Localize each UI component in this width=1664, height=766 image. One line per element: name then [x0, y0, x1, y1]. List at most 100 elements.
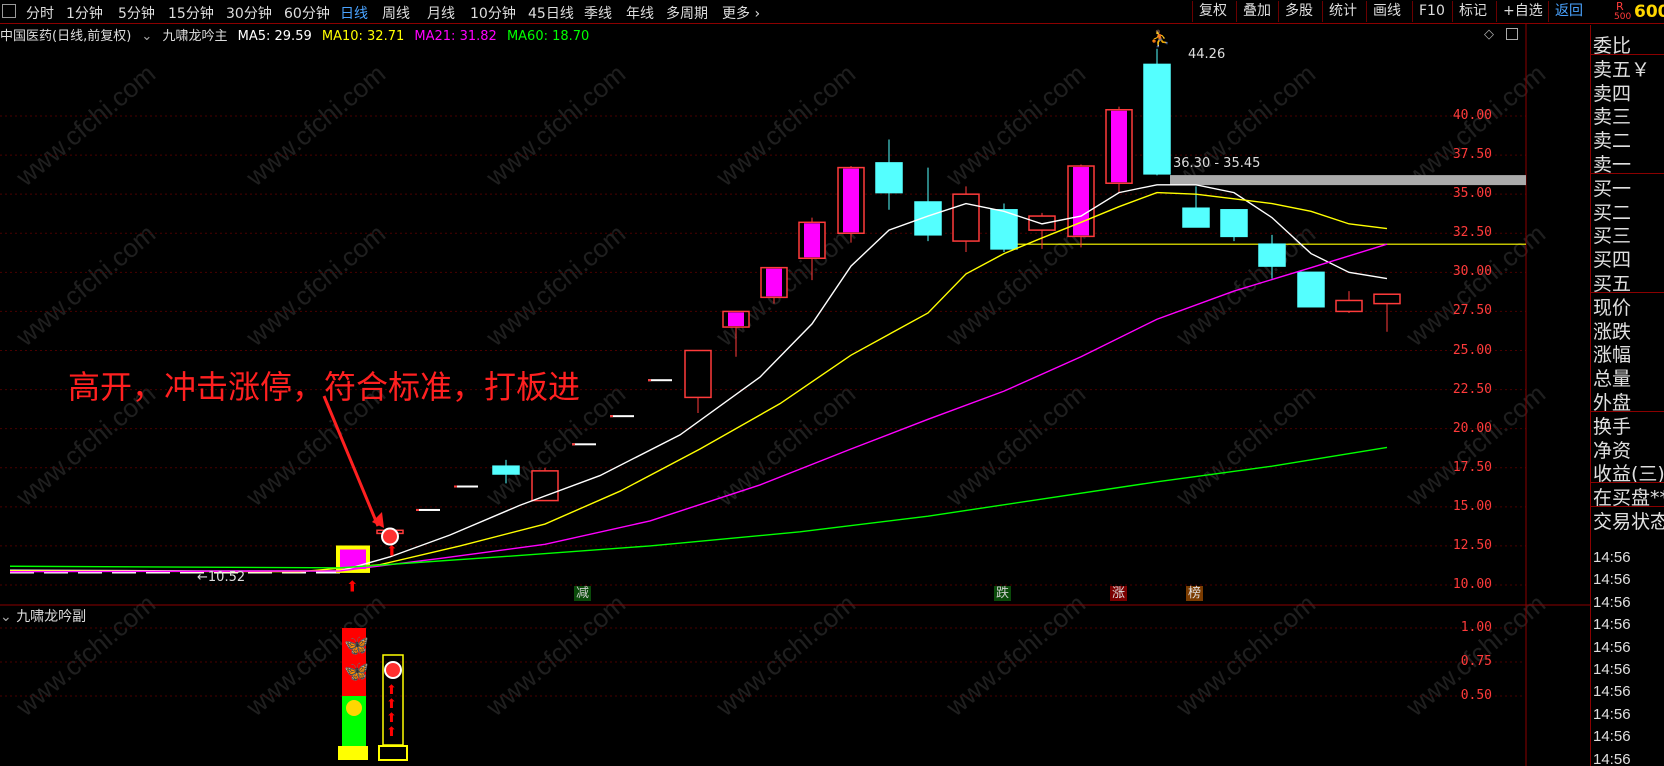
- y-axis-label: 22.50: [1452, 381, 1492, 397]
- sub-indicator-title[interactable]: ⌄ 九啸龙吟副: [0, 606, 86, 626]
- candle-body: [492, 465, 520, 475]
- butterfly-icon: 🦋: [344, 659, 369, 683]
- trade-time: 14:56: [1593, 571, 1631, 589]
- period-tab-13[interactable]: 多周期: [666, 3, 708, 23]
- candle-body-tip: [572, 443, 575, 446]
- candle-body: [914, 201, 942, 236]
- period-tab-5[interactable]: 60分钟: [284, 3, 330, 23]
- period-tab-0[interactable]: 分时: [26, 3, 54, 23]
- trade-time: 14:56: [1593, 683, 1631, 701]
- toolbar-button-6[interactable]: 标记: [1452, 1, 1493, 22]
- trade-time: 14:56: [1593, 549, 1631, 566]
- arrow-icon: ⬆: [386, 725, 397, 740]
- high-figure-icon: ⛹: [1150, 29, 1170, 48]
- candle-body-tip: [454, 485, 457, 488]
- y-axis-label: 12.50: [1452, 537, 1492, 553]
- trade-time: 14:56: [1593, 661, 1631, 678]
- candle-body: [1258, 243, 1286, 267]
- candle-body: [1297, 271, 1325, 308]
- y-axis-label: 15.00: [1452, 498, 1492, 514]
- y-axis-label: 25.00: [1452, 342, 1492, 358]
- period-tab-9[interactable]: 10分钟: [470, 3, 516, 23]
- toolbar-button-3[interactable]: 统计: [1322, 1, 1363, 22]
- quote-label: 交易状态: [1593, 511, 1664, 533]
- candle-body: [1373, 293, 1401, 305]
- sub-indicator-name: 九啸龙吟副: [16, 609, 87, 625]
- period-tab-11[interactable]: 季线: [584, 3, 612, 23]
- period-tab-2[interactable]: 5分钟: [118, 3, 155, 23]
- y-axis-label: 20.00: [1452, 420, 1492, 436]
- money-bag-icon: [346, 700, 362, 716]
- candle-fill: [766, 268, 782, 297]
- period-tab-7[interactable]: 周线: [382, 3, 410, 23]
- y-axis-label: 35.00: [1452, 186, 1492, 202]
- arrow-icon: ⬆: [386, 697, 397, 712]
- period-tab-14[interactable]: 更多 ›: [722, 3, 760, 23]
- arrow-icon: ⬆: [386, 683, 397, 698]
- candle-body: [875, 162, 903, 194]
- sub-axis-label: 0.75: [1460, 654, 1492, 669]
- y-axis-label: 32.50: [1452, 225, 1492, 241]
- period-toolbar: 分时 1分钟 5分钟 15分钟 30分钟 60分钟 日线 周线 月线 10分钟 45日线 季线 年线 多周…: [0, 0, 1664, 24]
- signal-base: [338, 746, 368, 760]
- marker-reduce: 减: [574, 586, 592, 601]
- toolbar-button-0[interactable]: 复权: [1192, 1, 1233, 22]
- period-tab-12[interactable]: 年线: [626, 3, 654, 23]
- logo-500: 500: [1614, 12, 1632, 22]
- ball-icon: [384, 661, 402, 679]
- candle-body-tip: [416, 508, 419, 511]
- logo: R 500 600: [1612, 0, 1664, 24]
- trade-time: 14:56: [1593, 593, 1631, 611]
- buy-arrow-icon: ⬆: [346, 577, 359, 595]
- period-tab-3[interactable]: 15分钟: [168, 3, 214, 23]
- low-price-label: ←10.52: [197, 570, 246, 585]
- candle-body: [1143, 63, 1171, 175]
- candle-fill: [843, 168, 859, 233]
- sub-axis-label: 0.50: [1460, 688, 1492, 703]
- sub-axis-label: 1.00: [1460, 620, 1492, 635]
- candle-body: [684, 349, 712, 399]
- period-tab-6[interactable]: 日线: [340, 3, 368, 23]
- toolbar-button-7[interactable]: +自选: [1496, 1, 1549, 22]
- toolbar-button-5[interactable]: F10: [1412, 1, 1451, 22]
- resistance-zone: [1170, 175, 1526, 186]
- toolbar-button-4[interactable]: 画线: [1366, 1, 1407, 22]
- ball-icon: [381, 527, 399, 546]
- menu-icon[interactable]: [2, 4, 16, 18]
- candle-body-tip: [610, 415, 613, 418]
- signal-base: [378, 745, 408, 761]
- period-tab-10[interactable]: 45日线: [528, 3, 574, 23]
- quote-panel: 委比 卖五￥ 卖四 卖三 卖二 卖一 买一 买二 买三 买四 买五 现价 涨跌 涨幅 总量 外盘 换手 净资 收益(…: [1590, 25, 1664, 766]
- y-axis-label: 40.00: [1452, 108, 1492, 123]
- toolbar-button-8[interactable]: 返回: [1548, 1, 1589, 22]
- high-price-label: 44.26: [1188, 47, 1226, 62]
- candle-body: [1028, 215, 1056, 231]
- toolbar-button-1[interactable]: 叠加: [1236, 1, 1277, 22]
- y-axis-label: 17.50: [1452, 459, 1492, 475]
- marker-list: 榜: [1186, 586, 1204, 601]
- y-axis-label: 10.00: [1452, 577, 1492, 592]
- candle-fill: [804, 223, 820, 258]
- period-tab-1[interactable]: 1分钟: [66, 3, 103, 23]
- trade-time: 14:56: [1593, 638, 1631, 656]
- toolbar-button-2[interactable]: 多股: [1278, 1, 1319, 22]
- stock-code: 600: [1634, 2, 1664, 22]
- butterfly-icon: 🦋: [344, 633, 369, 657]
- period-tab-8[interactable]: 月线: [427, 3, 455, 23]
- marker-fall: 跌: [994, 586, 1012, 601]
- candle-body: [648, 379, 672, 382]
- candle-fill: [1111, 110, 1127, 183]
- candle-body: [990, 209, 1018, 250]
- candle-body: [1335, 299, 1363, 313]
- candle-body: [952, 193, 980, 242]
- ma60-line: [9, 446, 1388, 569]
- sub-dropdown-icon[interactable]: ⌄: [0, 609, 12, 625]
- candle-body: [610, 415, 634, 418]
- buy-arrow-icon: ⬆: [386, 543, 398, 559]
- trade-time: 14:56: [1593, 750, 1631, 766]
- candle-body: [454, 485, 478, 488]
- trade-time: 14:56: [1593, 705, 1631, 723]
- y-axis-label: 27.50: [1452, 303, 1492, 319]
- period-tab-4[interactable]: 30分钟: [226, 3, 272, 23]
- candle-body: [1220, 209, 1248, 238]
